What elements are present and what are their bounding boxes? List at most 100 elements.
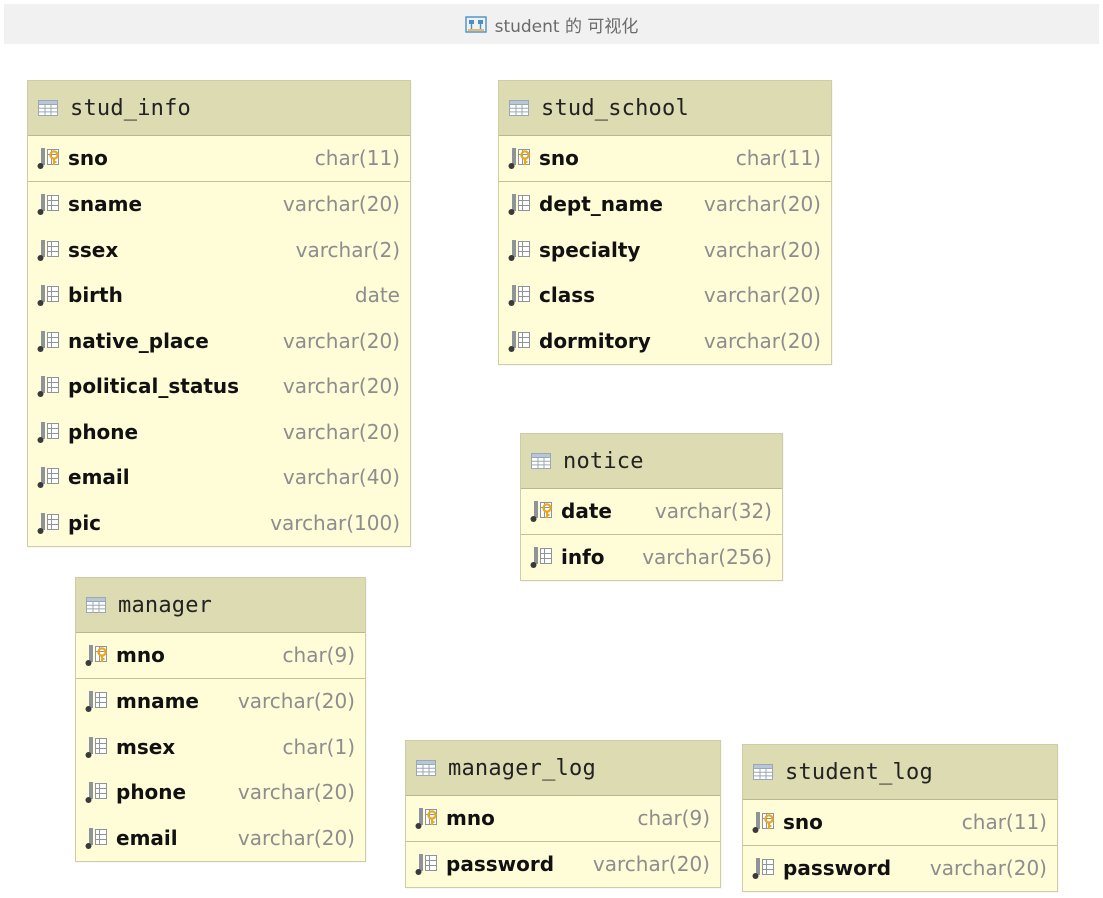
table-header[interactable]: stud_info — [28, 81, 410, 136]
column-type: char(11) — [314, 146, 400, 171]
table-header[interactable]: manager — [76, 578, 365, 633]
table-name: manager_log — [448, 755, 596, 781]
table-header[interactable]: stud_school — [499, 81, 831, 136]
primary-key-row[interactable]: mno char(9) — [76, 633, 365, 679]
column-icon — [36, 374, 62, 398]
column-name: mno — [116, 643, 165, 668]
column-type: varchar(256) — [642, 545, 772, 570]
table-header[interactable]: notice — [521, 434, 782, 489]
column-name: password — [783, 856, 892, 881]
column-icon — [84, 780, 110, 804]
column-row[interactable]: specialty varchar(20) — [499, 227, 831, 273]
table-manager-log[interactable]: manager_log mno char(9) password varchar(20) — [405, 740, 721, 888]
table-icon — [509, 100, 529, 116]
column-type: varchar(20) — [703, 283, 821, 308]
table-student-log[interactable]: student_logsno char(11) password varchar(20… — [742, 744, 1058, 892]
column-icon — [507, 283, 533, 307]
table-manager[interactable]: manager mno char(9) mname varchar(20) msex cha… — [75, 577, 366, 862]
column-row[interactable]: political_status varchar(20) — [28, 364, 410, 410]
column-type: varchar(20) — [929, 856, 1047, 881]
column-type: varchar(32) — [654, 499, 772, 524]
column-row[interactable]: dormitory varchar(20) — [499, 318, 831, 364]
table-icon — [531, 453, 551, 469]
table-header[interactable]: student_log — [743, 745, 1057, 800]
column-name: class — [539, 283, 596, 308]
column-icon — [414, 852, 440, 876]
column-type: varchar(2) — [295, 237, 400, 262]
table-header[interactable]: manager_log — [406, 741, 720, 796]
primary-key-row[interactable]: mno char(9) — [406, 796, 720, 842]
column-icon — [36, 465, 62, 489]
column-name: mname — [116, 689, 199, 714]
table-name: manager — [118, 592, 213, 618]
column-type: varchar(20) — [703, 237, 821, 262]
column-row[interactable]: mname varchar(20) — [76, 679, 365, 725]
column-row[interactable]: birth date — [28, 273, 410, 319]
table-name: student_log — [785, 759, 933, 785]
column-name: specialty — [539, 237, 641, 262]
column-type: varchar(20) — [282, 419, 400, 444]
key-column-icon — [529, 499, 555, 523]
table-name: notice — [563, 448, 644, 474]
column-icon — [84, 689, 110, 713]
column-row[interactable]: pic varchar(100) — [28, 500, 410, 546]
column-icon — [36, 192, 62, 216]
column-type: varchar(20) — [282, 328, 400, 353]
primary-key-row[interactable]: sno char(11) — [743, 800, 1057, 846]
column-icon — [36, 329, 62, 353]
column-icon — [751, 856, 777, 880]
primary-key-row[interactable]: sno char(11) — [499, 136, 831, 182]
column-name: sname — [68, 192, 143, 217]
column-name: info — [561, 545, 605, 570]
column-type: char(11) — [961, 810, 1047, 835]
column-type: varchar(20) — [703, 328, 821, 353]
column-name: password — [446, 852, 555, 877]
diagram-title: student 的 可视化 — [494, 16, 639, 37]
table-notice[interactable]: notice date varchar(32) info varchar(256) — [520, 433, 783, 581]
column-row[interactable]: ssex varchar(2) — [28, 227, 410, 273]
column-type: char(1) — [282, 734, 355, 759]
column-name: ssex — [68, 237, 119, 262]
column-row[interactable]: password varchar(20) — [406, 842, 720, 888]
column-row[interactable]: password varchar(20) — [743, 846, 1057, 892]
column-row[interactable]: class varchar(20) — [499, 273, 831, 319]
diagram-icon — [464, 15, 487, 33]
column-icon — [36, 420, 62, 444]
primary-key-row[interactable]: date varchar(32) — [521, 489, 782, 535]
column-name: birth — [68, 283, 123, 308]
column-type: varchar(20) — [237, 780, 355, 805]
column-name: sno — [783, 810, 823, 835]
table-icon — [753, 764, 773, 780]
column-row[interactable]: phone varchar(20) — [76, 770, 365, 816]
column-name: email — [68, 465, 130, 490]
table-stud-info[interactable]: stud_info sno char(11) sname varchar(20) ssex… — [27, 80, 411, 547]
column-row[interactable]: msex char(1) — [76, 724, 365, 770]
column-row[interactable]: info varchar(256) — [521, 535, 782, 581]
column-row[interactable]: email varchar(20) — [76, 815, 365, 861]
column-row[interactable]: phone varchar(20) — [28, 409, 410, 455]
column-name: phone — [116, 780, 187, 805]
column-name: sno — [68, 146, 108, 171]
column-name: msex — [116, 734, 176, 759]
key-column-icon — [507, 146, 533, 170]
column-type: varchar(20) — [237, 825, 355, 850]
column-row[interactable]: sname varchar(20) — [28, 182, 410, 228]
column-icon — [507, 238, 533, 262]
table-name: stud_school — [541, 95, 689, 121]
column-type: varchar(40) — [282, 465, 400, 490]
column-icon — [84, 735, 110, 759]
column-name: phone — [68, 419, 139, 444]
column-type: varchar(20) — [282, 374, 400, 399]
column-icon — [529, 545, 555, 569]
column-name: mno — [446, 806, 495, 831]
key-column-icon — [36, 146, 62, 170]
diagram-title-bar: student 的 可视化 — [4, 4, 1099, 44]
primary-key-row[interactable]: sno char(11) — [28, 136, 410, 182]
column-icon — [507, 329, 533, 353]
column-row[interactable]: email varchar(40) — [28, 455, 410, 501]
column-row[interactable]: dept_name varchar(20) — [499, 182, 831, 228]
column-name: dept_name — [539, 192, 663, 217]
column-row[interactable]: native_place varchar(20) — [28, 318, 410, 364]
column-type: char(9) — [282, 643, 355, 668]
table-stud-school[interactable]: stud_school sno char(11) dept_name varchar(2… — [498, 80, 832, 365]
